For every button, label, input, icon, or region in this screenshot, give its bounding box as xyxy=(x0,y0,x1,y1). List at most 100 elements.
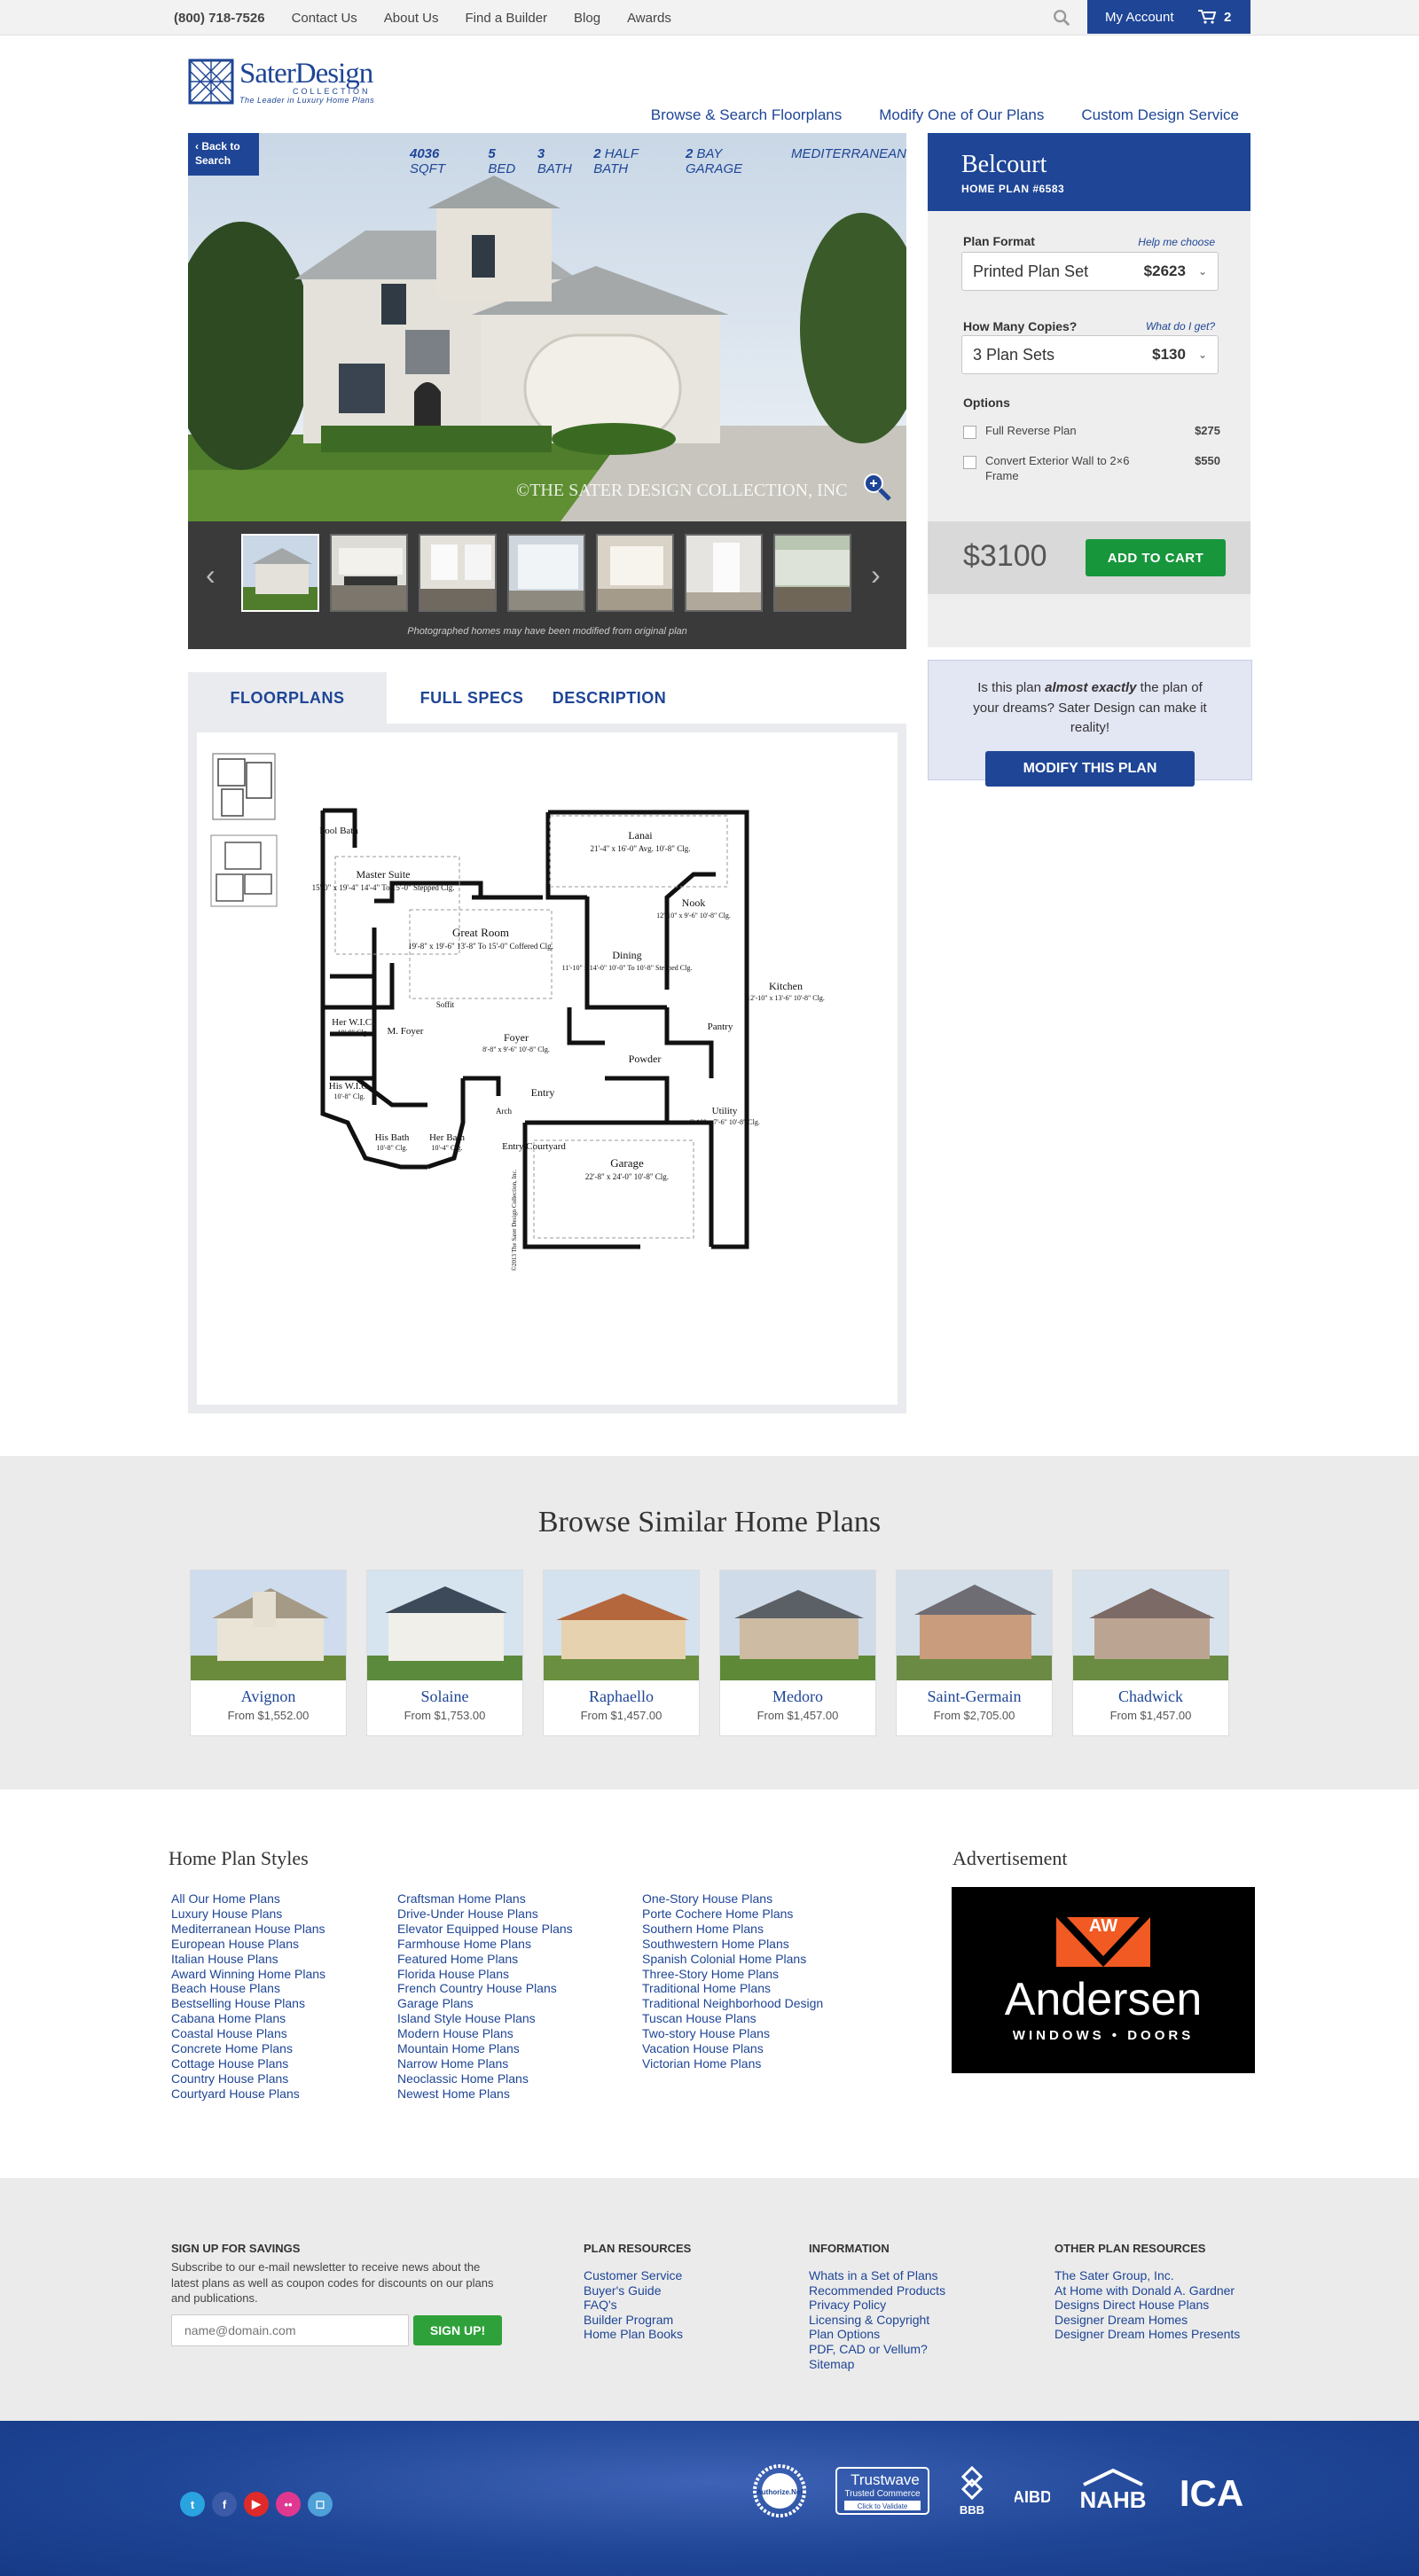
style-link[interactable]: Modern House Plans xyxy=(397,2026,573,2041)
what-do-i-get-link[interactable]: What do I get? xyxy=(1146,320,1215,333)
footer-link[interactable]: PDF, CAD or Vellum? xyxy=(809,2342,945,2357)
similar-plan-card[interactable]: Chadwick From $1,457.00 xyxy=(1072,1570,1229,1736)
footer-link[interactable]: Buyer's Guide xyxy=(584,2283,683,2298)
footer-link[interactable]: Licensing & Copyright xyxy=(809,2313,945,2328)
modify-this-plan-button[interactable]: MODIFY THIS PLAN xyxy=(985,750,1195,787)
style-link[interactable]: Featured Home Plans xyxy=(397,1952,573,1967)
style-link[interactable]: Two-story House Plans xyxy=(642,2026,823,2041)
main-photo[interactable]: 4036 SQFT 5 BED 3 BATH 2 HALF BATH 2 BAY… xyxy=(188,133,906,521)
style-link[interactable]: Florida House Plans xyxy=(397,1967,573,1982)
back-to-search-button[interactable]: ‹ Back to Search xyxy=(188,133,259,176)
thumbnail-6[interactable] xyxy=(685,534,763,612)
footer-link[interactable]: Privacy Policy xyxy=(809,2298,945,2313)
help-me-choose-link[interactable]: Help me choose xyxy=(1138,236,1215,248)
thumbnail-7[interactable] xyxy=(773,534,851,612)
thumbnail-1[interactable] xyxy=(241,534,319,612)
authorize-net-badge[interactable]: Authorize.Net xyxy=(749,2463,811,2518)
find-builder-link[interactable]: Find a Builder xyxy=(465,11,547,26)
andersen-advertisement[interactable]: AW Andersen WINDOWS • DOORS xyxy=(952,1887,1255,2073)
style-link[interactable]: Vacation House Plans xyxy=(642,2041,823,2056)
style-link[interactable]: Elevator Equipped House Plans xyxy=(397,1922,573,1937)
similar-plan-card[interactable]: Saint-Germain From $2,705.00 xyxy=(896,1570,1053,1736)
style-link[interactable]: Drive-Under House Plans xyxy=(397,1907,573,1922)
thumbnail-4[interactable] xyxy=(507,534,585,612)
style-link[interactable]: Concrete Home Plans xyxy=(171,2041,325,2056)
style-link[interactable]: Luxury House Plans xyxy=(171,1907,325,1922)
option-2x6-frame[interactable]: Convert Exterior Wall to 2×6 Frame $550 xyxy=(963,454,1220,484)
contact-us-link[interactable]: Contact Us xyxy=(292,11,357,26)
trustwave-badge[interactable]: Trustwave Trusted Commerce Click to Vali… xyxy=(835,2467,929,2515)
footer-link[interactable]: FAQ's xyxy=(584,2298,683,2313)
nav-custom-design[interactable]: Custom Design Service xyxy=(1081,106,1239,124)
gallery-prev-arrow-icon[interactable]: ‹ xyxy=(206,559,216,591)
footer-link[interactable]: Builder Program xyxy=(584,2313,683,2328)
similar-plan-card[interactable]: Raphaello From $1,457.00 xyxy=(543,1570,700,1736)
style-link[interactable]: Country House Plans xyxy=(171,2071,325,2087)
footer-link[interactable]: Sitemap xyxy=(809,2357,945,2372)
bbb-badge[interactable]: BBB xyxy=(954,2464,990,2517)
thumbnail-2[interactable] xyxy=(330,534,408,612)
signup-email-input[interactable] xyxy=(171,2314,409,2346)
tab-full-specs[interactable]: FULL SPECS xyxy=(401,672,543,724)
style-link[interactable]: One-Story House Plans xyxy=(642,1891,823,1907)
instagram-icon[interactable]: ◻ xyxy=(308,2492,333,2517)
footer-link[interactable]: Home Plan Books xyxy=(584,2327,683,2342)
style-link[interactable]: Garage Plans xyxy=(397,1996,573,2011)
search-icon[interactable] xyxy=(1052,8,1071,27)
flickr-icon[interactable]: •• xyxy=(276,2492,301,2517)
style-link[interactable]: Southern Home Plans xyxy=(642,1922,823,1937)
footer-link[interactable]: Designer Dream Homes Presents xyxy=(1054,2327,1240,2342)
style-link[interactable]: Farmhouse Home Plans xyxy=(397,1937,573,1952)
style-link[interactable]: Victorian Home Plans xyxy=(642,2056,823,2071)
zoom-icon[interactable] xyxy=(862,472,892,502)
style-link[interactable]: Italian House Plans xyxy=(171,1952,325,1967)
style-link[interactable]: European House Plans xyxy=(171,1937,325,1952)
phone-link[interactable]: (800) 718-7526 xyxy=(174,11,265,26)
style-link[interactable]: Newest Home Plans xyxy=(397,2087,573,2102)
style-link[interactable]: Traditional Neighborhood Design xyxy=(642,1996,823,2011)
blog-link[interactable]: Blog xyxy=(574,11,600,26)
thumbnail-5[interactable] xyxy=(596,534,674,612)
similar-plan-card[interactable]: Solaine From $1,753.00 xyxy=(366,1570,523,1736)
style-link[interactable]: Spanish Colonial Home Plans xyxy=(642,1952,823,1967)
copies-select[interactable]: 3 Plan Sets $130 ⌄ xyxy=(961,335,1219,374)
style-link[interactable]: Coastal House Plans xyxy=(171,2026,325,2041)
style-link[interactable]: Island Style House Plans xyxy=(397,2011,573,2026)
footer-link[interactable]: The Sater Group, Inc. xyxy=(1054,2268,1240,2283)
nav-browse-floorplans[interactable]: Browse & Search Floorplans xyxy=(651,106,842,124)
footer-link[interactable]: Whats in a Set of Plans xyxy=(809,2268,945,2283)
style-link[interactable]: Cottage House Plans xyxy=(171,2056,325,2071)
plan-format-select[interactable]: Printed Plan Set $2623 ⌄ xyxy=(961,252,1219,291)
gallery-next-arrow-icon[interactable]: › xyxy=(871,559,881,591)
style-link[interactable]: Narrow Home Plans xyxy=(397,2056,573,2071)
similar-plan-card[interactable]: Avignon From $1,552.00 xyxy=(190,1570,347,1736)
2x6-frame-checkbox[interactable] xyxy=(963,456,976,469)
option-full-reverse[interactable]: Full Reverse Plan $275 xyxy=(963,424,1220,439)
style-link[interactable]: Traditional Home Plans xyxy=(642,1981,823,1996)
full-reverse-checkbox[interactable] xyxy=(963,426,976,439)
awards-link[interactable]: Awards xyxy=(627,11,671,26)
style-link[interactable]: Courtyard House Plans xyxy=(171,2087,325,2102)
signup-button[interactable]: SIGN UP! xyxy=(413,2315,502,2345)
footer-link[interactable]: Designer Dream Homes xyxy=(1054,2313,1240,2328)
footer-link[interactable]: Recommended Products xyxy=(809,2283,945,2298)
style-link[interactable]: Beach House Plans xyxy=(171,1981,325,1996)
add-to-cart-button[interactable]: ADD TO CART xyxy=(1086,539,1226,576)
floorplan-drawing[interactable]: Pool Bath Master Suite 15'-0" x 19'-4" 1… xyxy=(250,741,871,1398)
style-link[interactable]: French Country House Plans xyxy=(397,1981,573,1996)
thumbnail-3[interactable] xyxy=(419,534,497,612)
style-link[interactable]: Craftsman Home Plans xyxy=(397,1891,573,1907)
nav-modify-plans[interactable]: Modify One of Our Plans xyxy=(879,106,1044,124)
footer-link[interactable]: Designs Direct House Plans xyxy=(1054,2298,1240,2313)
tab-floorplans[interactable]: FLOORPLANS xyxy=(188,672,387,724)
cart-button[interactable]: 2 xyxy=(1197,9,1231,25)
my-account-button[interactable]: My Account 2 xyxy=(1087,0,1250,34)
style-link[interactable]: Bestselling House Plans xyxy=(171,1996,325,2011)
site-logo[interactable]: SaterDesign COLLECTION The Leader in Lux… xyxy=(188,59,374,105)
style-link[interactable]: All Our Home Plans xyxy=(171,1891,325,1907)
tab-description[interactable]: DESCRIPTION xyxy=(543,672,676,724)
style-link[interactable]: Southwestern Home Plans xyxy=(642,1937,823,1952)
style-link[interactable]: Three-Story Home Plans xyxy=(642,1967,823,1982)
style-link[interactable]: Mediterranean House Plans xyxy=(171,1922,325,1937)
style-link[interactable]: Cabana Home Plans xyxy=(171,2011,325,2026)
